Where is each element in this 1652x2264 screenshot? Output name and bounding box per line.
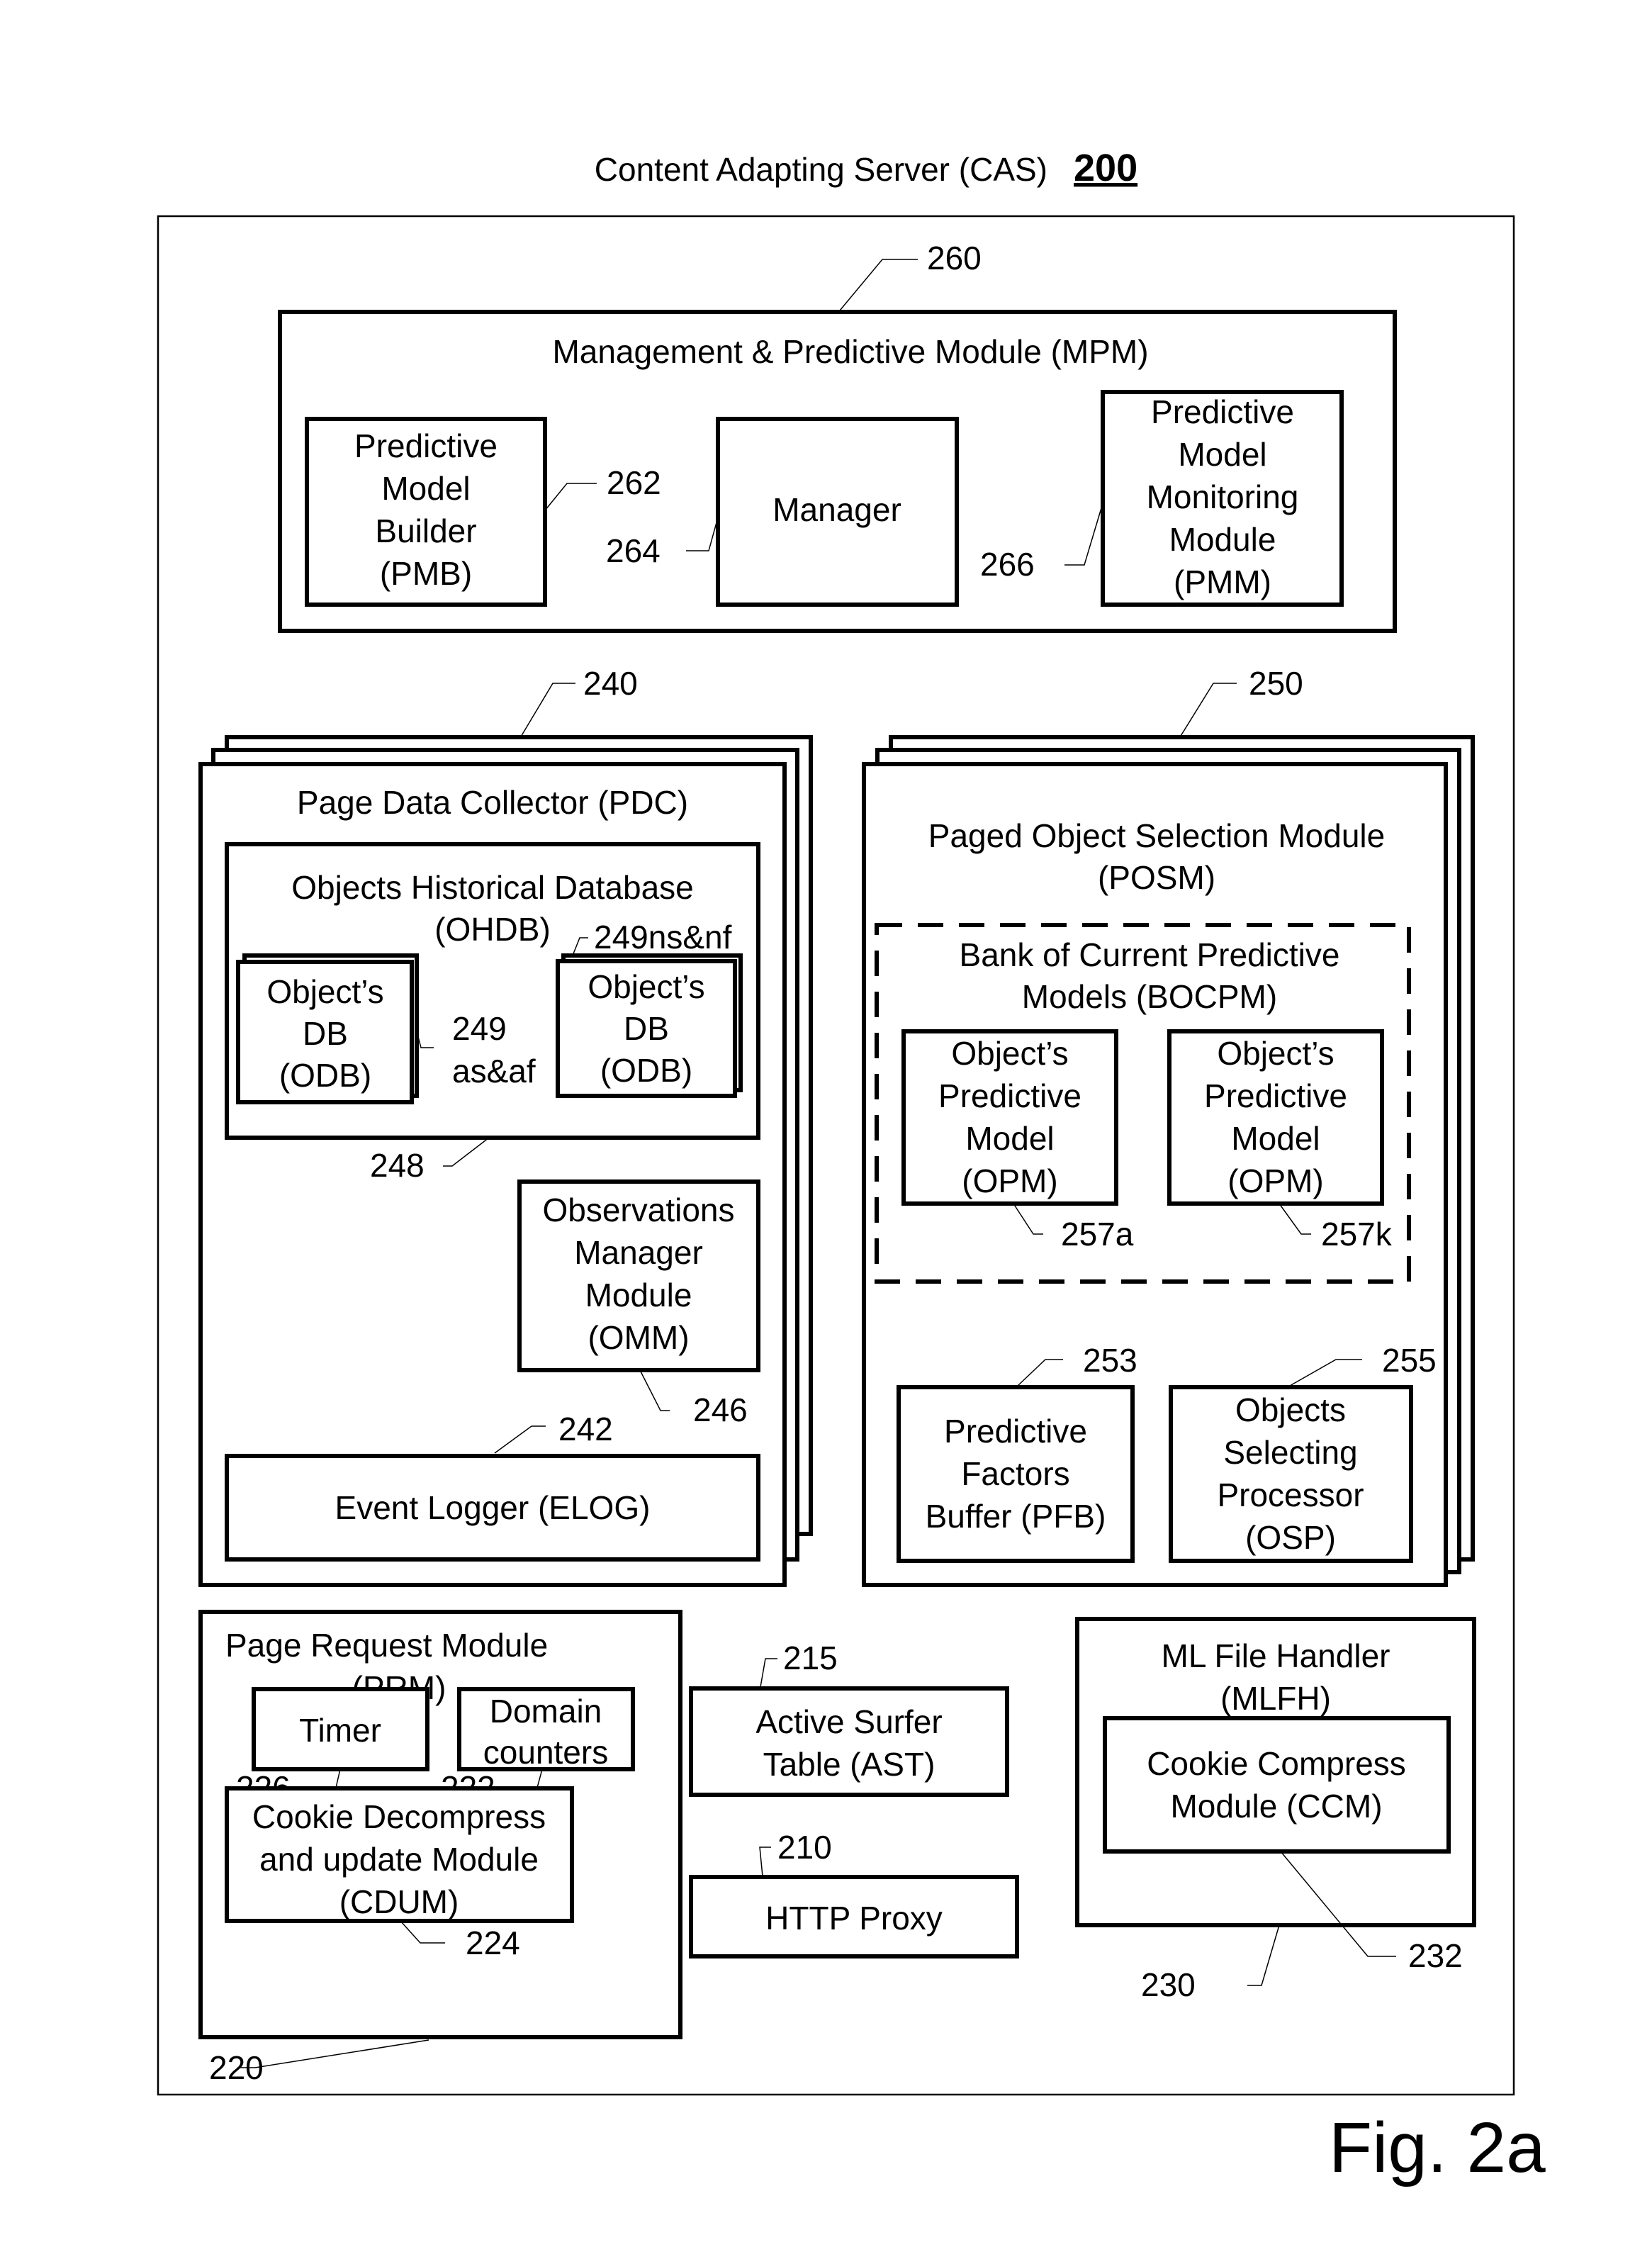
mlfh-title-line-1: ML File Handler [1162,1637,1390,1674]
opm-a-line-4: (OPM) [962,1162,1057,1199]
domain-counters-line-1: Domain [490,1693,602,1730]
ohdb-title-line-1: Objects Historical Database [291,869,694,906]
cas-block-diagram: Content Adapting Server (CAS) 200 260 Ma… [157,147,1546,2187]
odb-left-line-1: Object’s [266,973,383,1010]
pmm-line-2: Model [1178,436,1266,473]
ast-line-2: Table (AST) [763,1746,935,1783]
pmm-line-5: (PMM) [1174,564,1271,600]
ref-249-line-1: 249 [452,1010,507,1047]
mlfh-title-line-2: (MLFH) [1220,1680,1331,1717]
ref-260: 260 [927,240,982,276]
mpm-title: Management & Predictive Module (MPM) [552,333,1148,370]
ref-232: 232 [1408,1937,1463,1974]
ref-240: 240 [583,665,638,702]
elog-label: Event Logger (ELOG) [335,1489,651,1526]
opm-a-line-1: Object’s [951,1035,1068,1072]
odb-left-line-2: DB [303,1015,348,1052]
ref-249-ns-nf: 249ns&nf [594,919,732,956]
pfb-line-1: Predictive [944,1413,1087,1450]
figure-label: Fig. 2a [1329,2108,1546,2187]
ref-246: 246 [693,1391,748,1428]
ast-line-1: Active Surfer [755,1703,942,1740]
pfb-line-3: Buffer (PFB) [926,1498,1106,1535]
ref-224: 224 [466,1924,520,1961]
pmb-line-3: Builder [375,512,476,549]
ref-250: 250 [1249,665,1303,702]
timer-label: Timer [299,1712,381,1749]
pdc-module: 240 Page Data Collector (PDC) Objects Hi… [198,665,813,1587]
ref-266: 266 [980,546,1035,583]
prm-module: Page Request Module (PRM) Timer 226 Doma… [198,1610,682,2086]
diagram-number: 200 [1074,147,1137,189]
pdc-title: Page Data Collector (PDC) [297,784,688,821]
opm-k-line-1: Object’s [1217,1035,1334,1072]
ref-257a: 257a [1061,1216,1134,1253]
ref-249-line-2: as&af [452,1053,536,1089]
omm-line-2: Manager [574,1234,703,1271]
osp-line-3: Processor [1217,1476,1364,1513]
pmm-line-1: Predictive [1151,393,1294,430]
cdum-line-3: (CDUM) [339,1883,459,1920]
pmm-line-3: Monitoring [1147,478,1299,515]
ref-242: 242 [558,1411,613,1447]
odb-right-line-3: (ODB) [600,1052,692,1089]
posm-module: 250 Paged Object Selection Module (POSM)… [862,665,1475,1587]
omm-line-4: (OMM) [588,1319,689,1356]
ref-262: 262 [607,464,661,501]
osp-line-4: (OSP) [1245,1519,1336,1556]
posm-title-line-1: Paged Object Selection Module [928,817,1385,854]
ccm-line-2: Module (CCM) [1170,1788,1382,1825]
osp-line-2: Selecting [1223,1434,1357,1471]
prm-title-line-1: Page Request Module [225,1627,548,1664]
ref-210: 210 [777,1829,832,1866]
odb-right-line-2: DB [624,1010,669,1047]
opm-k-line-2: Predictive [1204,1077,1347,1114]
opm-k-line-3: Model [1231,1120,1320,1157]
pmb-line-2: Model [381,470,470,507]
http-proxy-label: HTTP Proxy [765,1900,943,1937]
pmb-line-4: (PMB) [380,555,472,592]
cdum-line-2: and update Module [259,1841,539,1878]
pmb-line-1: Predictive [354,427,498,464]
ccm-box [1103,1716,1451,1854]
opm-a-line-2: Predictive [938,1077,1081,1114]
ohdb-title-line-2: (OHDB) [434,911,551,948]
cdum-line-1: Cookie Decompress [252,1798,546,1835]
opm-a-line-3: Model [965,1120,1054,1157]
ref-248: 248 [370,1147,425,1184]
ref-255: 255 [1382,1342,1437,1379]
opm-k-line-4: (OPM) [1227,1162,1323,1199]
pfb-line-2: Factors [961,1455,1069,1492]
ref-230: 230 [1141,1966,1196,2003]
ref-253: 253 [1083,1342,1137,1379]
odb-right-line-1: Object’s [588,968,704,1005]
ref-264: 264 [606,532,661,569]
bocpm-title-line-1: Bank of Current Predictive [960,936,1340,973]
ref-257k: 257k [1321,1216,1393,1253]
domain-counters-line-2: counters [483,1734,608,1771]
ref-215: 215 [783,1640,838,1676]
ref-220: 220 [209,2049,264,2086]
pmm-line-4: Module [1169,521,1276,558]
posm-title-line-2: (POSM) [1098,859,1215,896]
diagram-title: Content Adapting Server (CAS) [595,151,1047,188]
osp-line-1: Objects [1235,1391,1346,1428]
bocpm-title-line-2: Models (BOCPM) [1022,978,1277,1015]
omm-line-1: Observations [542,1192,734,1228]
ccm-line-1: Cookie Compress [1147,1745,1406,1782]
omm-line-3: Module [585,1277,692,1313]
manager-label: Manager [772,491,901,528]
odb-left-line-3: (ODB) [279,1057,371,1094]
